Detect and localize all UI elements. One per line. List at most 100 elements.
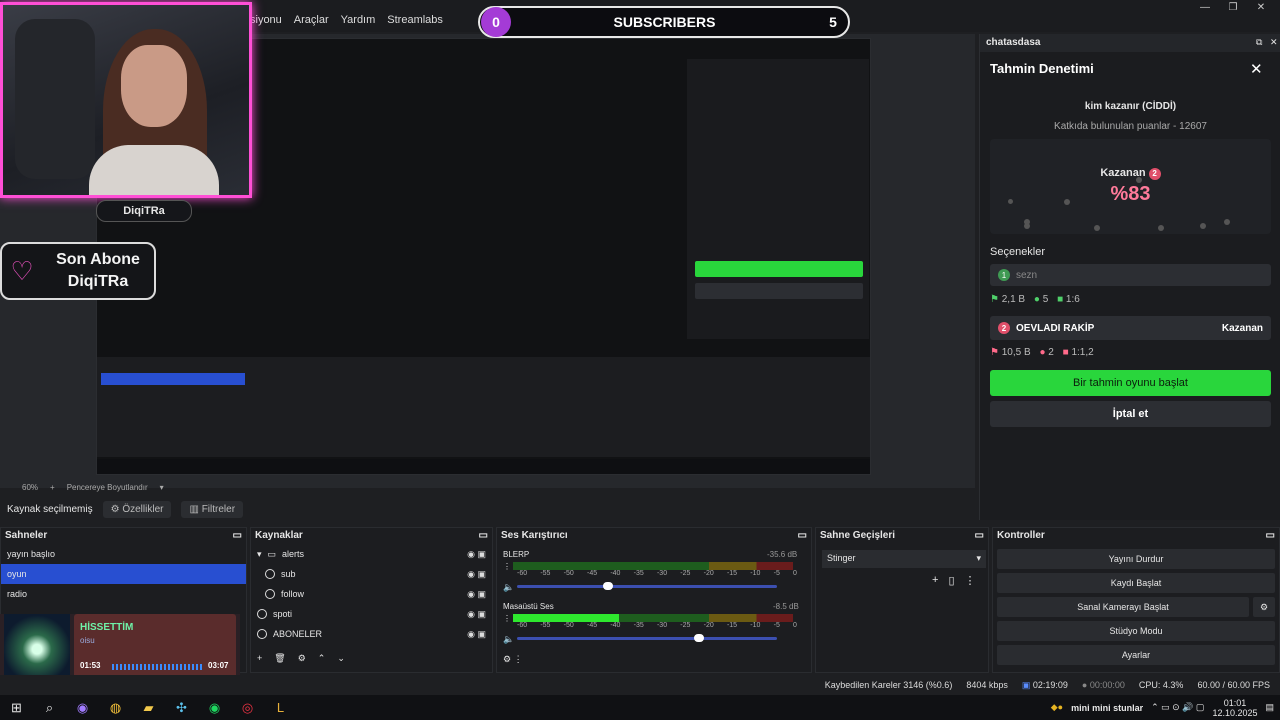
menu-dots-icon[interactable]: ⋮ bbox=[965, 574, 976, 587]
undock-icon[interactable]: ⧉ bbox=[1256, 37, 1262, 48]
chevron-down-icon[interactable]: ▾ bbox=[160, 483, 164, 492]
source-item[interactable]: sub ◉ ▣ bbox=[251, 564, 492, 584]
meter-tick: -25 bbox=[680, 570, 691, 577]
sources-toolbar: + 🗑 ⚙ ⌃ ⌄ bbox=[251, 648, 492, 668]
menu-item-streamlabs[interactable]: Streamlabs bbox=[387, 14, 443, 26]
option-1-users: 5 bbox=[1042, 294, 1049, 305]
scene-item-selected[interactable]: oyun bbox=[1, 564, 246, 584]
add-icon[interactable]: + bbox=[932, 574, 938, 587]
menu-item-sahne-koleksiyonu[interactable]: siyonu bbox=[250, 14, 282, 26]
audio-mixer-dock: Ses Karıştırıcı ▭ BLERP -35.6 dB -60 -55 -5… bbox=[496, 527, 812, 673]
notification-icon[interactable]: ▤ bbox=[1265, 702, 1274, 713]
taskbar: ⊞ ⌕ ◉ ◍ ▰ ✣ ◉ ◎ L ◆● mini mini stunlar ⌃… bbox=[0, 695, 1280, 720]
filters-button[interactable]: ▥ Filtreler bbox=[181, 500, 244, 518]
start-recording-button[interactable]: Kaydı Başlat bbox=[997, 573, 1275, 593]
file-explorer-icon[interactable]: ▰ bbox=[132, 695, 165, 720]
volume-knob[interactable] bbox=[603, 582, 613, 590]
eye-icon[interactable]: ◉ ▣ bbox=[467, 569, 486, 580]
menu-item-yardim[interactable]: Yardım bbox=[341, 14, 376, 26]
gaming-chair bbox=[15, 19, 95, 179]
source-label: follow bbox=[281, 589, 305, 599]
record-timer: 00:00:00 bbox=[1089, 680, 1125, 690]
scene-item[interactable]: radio bbox=[1, 584, 246, 604]
option-1-name: sezn bbox=[1016, 269, 1038, 281]
source-item[interactable]: spoti ◉ ▣ bbox=[251, 604, 492, 624]
dock-close-icon[interactable]: ✕ bbox=[1270, 37, 1278, 48]
chevron-up-icon[interactable]: ⌃ bbox=[318, 653, 326, 664]
search-icon[interactable]: ⌕ bbox=[33, 695, 66, 720]
record-icon: ● bbox=[1081, 680, 1090, 690]
trash-icon[interactable]: 🗑 bbox=[274, 653, 285, 664]
zoom-level[interactable]: 60% bbox=[22, 483, 38, 492]
undock-icon[interactable]: ▭ bbox=[798, 530, 807, 542]
chrome-icon[interactable]: ◍ bbox=[99, 695, 132, 720]
winner-box: Kazanan 2 %83 bbox=[990, 139, 1271, 234]
undock-icon[interactable]: ▭ bbox=[479, 530, 488, 542]
undock-icon[interactable]: ▭ bbox=[1266, 530, 1275, 542]
transition-select[interactable]: Stinger ▾ bbox=[822, 550, 986, 568]
subscribers-goal-bar: 0 SUBSCRIBERS 5 bbox=[478, 6, 850, 38]
chevron-down-icon[interactable]: ▾ bbox=[257, 549, 262, 560]
add-icon[interactable]: + bbox=[257, 653, 262, 663]
chevron-down-icon[interactable]: ⌄ bbox=[337, 653, 345, 664]
eye-icon[interactable]: ◉ ▣ bbox=[467, 549, 486, 560]
mixer-settings-icon[interactable]: ⚙ ⋮ bbox=[503, 654, 523, 665]
subscribers-goal-count: 5 bbox=[829, 14, 837, 30]
winner-label: Kazanan bbox=[1100, 167, 1146, 179]
live-icon: ▣ bbox=[1021, 679, 1033, 690]
cancel-prediction-button[interactable]: İptal et bbox=[990, 401, 1271, 427]
option-1-ratio: 1:6 bbox=[1065, 294, 1080, 305]
subscribers-label: SUBSCRIBERS bbox=[613, 14, 716, 30]
option-2-points: 10,5 B bbox=[1001, 347, 1031, 358]
start-virtual-camera-button[interactable]: Sanal Kamerayı Başlat bbox=[997, 597, 1249, 617]
channel-2-volume-slider[interactable] bbox=[517, 634, 777, 642]
minimize-icon[interactable]: — bbox=[1190, 2, 1220, 16]
volume-knob[interactable] bbox=[694, 634, 704, 642]
filter-icon: ▥ bbox=[189, 503, 202, 515]
points-icon: ⚑ bbox=[990, 347, 999, 358]
settings-app-icon[interactable]: ✣ bbox=[165, 695, 198, 720]
undock-icon[interactable]: ▭ bbox=[975, 530, 984, 542]
sources-title: Kaynaklar bbox=[255, 530, 303, 541]
channel-menu-icon[interactable]: ⋮ bbox=[503, 614, 511, 623]
league-icon[interactable]: L bbox=[264, 695, 297, 720]
close-icon[interactable]: ✕ bbox=[1246, 2, 1276, 16]
undock-icon[interactable]: ▭ bbox=[233, 530, 242, 542]
eye-icon[interactable]: ◉ ▣ bbox=[467, 609, 486, 620]
gear-icon[interactable]: ⚙ bbox=[298, 653, 306, 664]
chevron-down-icon: ▾ bbox=[976, 553, 981, 563]
stop-streaming-button[interactable]: Yayını Durdur bbox=[997, 549, 1275, 569]
media-title: HİSSETTİM bbox=[80, 622, 134, 633]
settings-button[interactable]: Ayarlar bbox=[997, 645, 1275, 665]
trash-icon[interactable]: ▯ bbox=[948, 574, 954, 587]
scene-item[interactable]: yayın başlıo bbox=[1, 544, 246, 564]
meter-tick: -30 bbox=[656, 622, 668, 629]
properties-button[interactable]: ⚙ Özellikler bbox=[102, 500, 172, 518]
maximize-icon[interactable]: ❐ bbox=[1218, 2, 1248, 16]
tray-icons[interactable]: ◆● bbox=[1051, 702, 1063, 713]
spotify-icon[interactable]: ◉ bbox=[198, 695, 231, 720]
meter-tick: -60 bbox=[517, 570, 528, 577]
obs-icon[interactable]: ◎ bbox=[231, 695, 264, 720]
source-item[interactable]: follow ◉ ▣ bbox=[251, 584, 492, 604]
channel-menu-icon[interactable]: ⋮ bbox=[503, 562, 511, 571]
studio-mode-button[interactable]: Stüdyo Modu bbox=[997, 621, 1275, 641]
discord-icon[interactable]: ◉ bbox=[66, 695, 99, 720]
windows-start-icon[interactable]: ⊞ bbox=[0, 695, 33, 720]
speaker-icon[interactable]: 🔈 bbox=[503, 582, 514, 593]
controls-dock: Kontroller ▭ Yayını Durdur Kaydı Başlat S… bbox=[992, 527, 1280, 673]
system-tray-icons[interactable]: ⌃ ▭ ⊙ 🔊 ▢ bbox=[1151, 702, 1204, 713]
prediction-dock: chatasdasa ⧉ ✕ Tahmin Denetimi ✕ kim kaz… bbox=[979, 34, 1280, 520]
source-item[interactable]: ▾ ▭ alerts ◉ ▣ bbox=[251, 544, 492, 564]
speaker-icon[interactable]: 🔈 bbox=[503, 634, 514, 645]
eye-icon[interactable]: ◉ ▣ bbox=[467, 629, 486, 640]
eye-icon[interactable]: ◉ ▣ bbox=[467, 589, 486, 600]
source-item[interactable]: ABONELER ◉ ▣ bbox=[251, 624, 492, 644]
fit-to-window[interactable]: Pencereye Boyutlandır bbox=[67, 483, 148, 492]
start-prediction-button[interactable]: Bir tahmin oyunu başlat bbox=[990, 370, 1271, 396]
close-icon[interactable]: ✕ bbox=[1250, 60, 1263, 78]
channel-1-volume-slider[interactable] bbox=[517, 582, 777, 590]
gear-icon[interactable]: ⚙ bbox=[1253, 597, 1275, 617]
zoom-in-icon[interactable]: + bbox=[50, 483, 55, 492]
menu-item-araclar[interactable]: Araçlar bbox=[294, 14, 329, 26]
